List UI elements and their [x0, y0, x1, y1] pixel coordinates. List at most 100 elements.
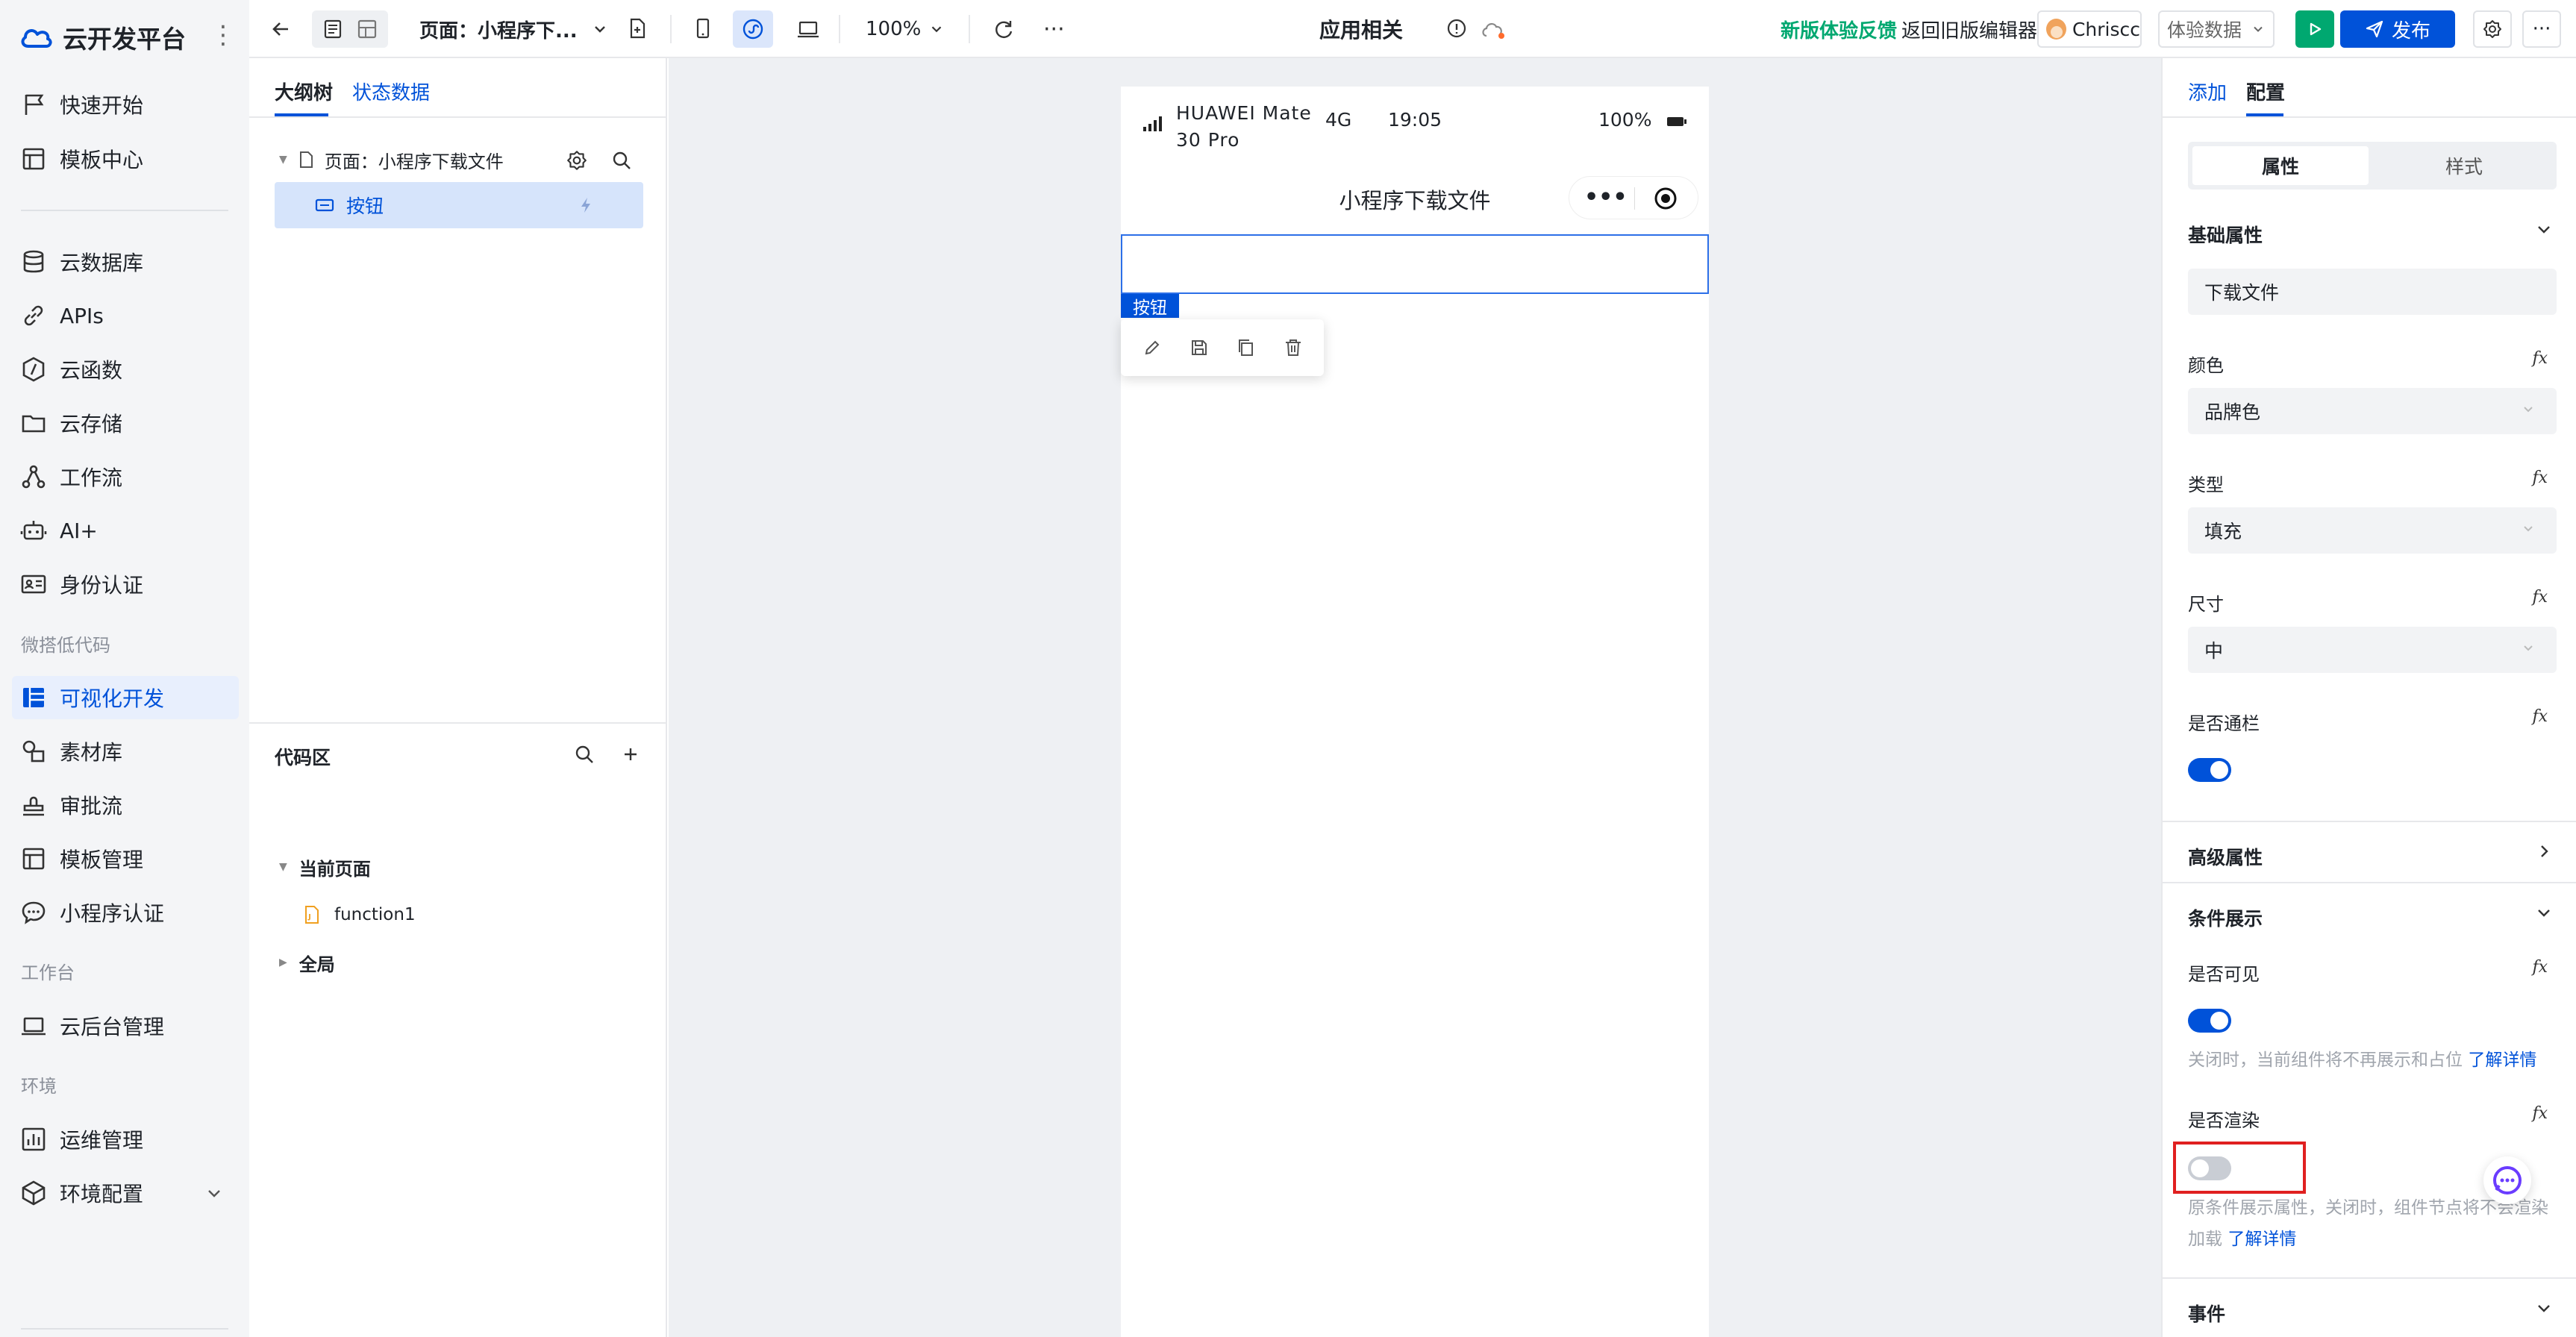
- selected-button-frame[interactable]: [1121, 234, 1709, 294]
- tab-state-data[interactable]: 状态数据: [352, 78, 430, 105]
- app-logo[interactable]: 云开发平台: [19, 18, 186, 57]
- lightning-icon[interactable]: [576, 195, 595, 215]
- nav-template-center[interactable]: 模板中心: [12, 137, 239, 181]
- type-select[interactable]: 填充: [2188, 507, 2557, 554]
- list-view-icon[interactable]: [322, 18, 344, 40]
- render-toggle[interactable]: [2188, 1156, 2231, 1180]
- preview-play-button[interactable]: [2295, 10, 2334, 48]
- fx-icon[interactable]: fx: [2532, 588, 2548, 607]
- page-selector[interactable]: 页面：小程序下...: [419, 0, 609, 58]
- nav-cloud-functions[interactable]: 云函数: [12, 348, 239, 391]
- nav-ops[interactable]: 运维管理: [12, 1118, 239, 1161]
- plus-icon[interactable]: [619, 743, 642, 765]
- nav-workflow[interactable]: 工作流: [12, 455, 239, 498]
- feedback-link[interactable]: 新版体验反馈: [1781, 0, 1897, 58]
- nav-template-manage[interactable]: 模板管理: [12, 837, 239, 880]
- search-icon[interactable]: [573, 743, 595, 765]
- delete-icon[interactable]: [1282, 336, 1304, 359]
- stamp-icon: [23, 796, 44, 816]
- copy-icon[interactable]: [1235, 336, 1257, 359]
- user-menu[interactable]: Chriscc: [2037, 10, 2142, 48]
- more-menu-icon[interactable]: ⋮: [210, 22, 236, 48]
- mobile-device-icon[interactable]: [691, 16, 715, 40]
- capsule-close-icon[interactable]: [1653, 186, 1678, 211]
- miniprogram-device-button[interactable]: [733, 10, 773, 48]
- tab-config[interactable]: 配置: [2246, 78, 2285, 105]
- section-divider: [2163, 821, 2576, 822]
- nav-cloud-admin[interactable]: 云后台管理: [12, 1004, 239, 1048]
- code-current-page[interactable]: ▼ 当前页面: [279, 852, 371, 882]
- nav-label: 可视化开发: [60, 686, 165, 711]
- learn-more-link[interactable]: 了解详情: [2228, 1230, 2296, 1249]
- nav-label: 云函数: [60, 358, 123, 383]
- nav-miniprogram-auth[interactable]: 小程序认证: [12, 891, 239, 934]
- color-select[interactable]: 品牌色: [2188, 388, 2557, 434]
- fx-icon[interactable]: fx: [2532, 349, 2548, 368]
- more-icon[interactable]: ···: [1043, 0, 1065, 58]
- app-title: 云开发平台: [63, 25, 186, 54]
- visible-toggle[interactable]: [2188, 1009, 2231, 1033]
- nav-ai-plus[interactable]: AI+: [12, 509, 239, 552]
- desktop-device-icon[interactable]: [795, 16, 821, 42]
- nav-cloud-database[interactable]: 云数据库: [12, 240, 239, 284]
- capsule-button[interactable]: •••: [1569, 176, 1698, 219]
- capsule-more-icon[interactable]: •••: [1584, 184, 1628, 210]
- nav-identity-auth[interactable]: 身份认证: [12, 563, 239, 606]
- tree-node-button[interactable]: 按钮: [275, 182, 643, 228]
- segment-properties[interactable]: 属性: [2192, 146, 2369, 185]
- device-name: HUAWEI Mate 30 Pro: [1176, 102, 1312, 151]
- nav-env-config[interactable]: 环境配置: [12, 1171, 239, 1215]
- template-icon: [22, 848, 45, 870]
- chevron-down-icon[interactable]: [2534, 903, 2554, 922]
- nav-quick-start[interactable]: 快速开始: [12, 83, 239, 126]
- chat-icon: [22, 901, 46, 924]
- gear-icon[interactable]: [566, 149, 588, 172]
- code-global[interactable]: ▶ 全局: [279, 948, 335, 977]
- tab-add[interactable]: 添加: [2188, 78, 2227, 105]
- more-options-button[interactable]: ···: [2522, 10, 2561, 48]
- nav-visual-dev[interactable]: 可视化开发: [12, 676, 239, 719]
- nav-cloud-storage[interactable]: 云存储: [12, 401, 239, 445]
- settings-button[interactable]: [2473, 10, 2512, 48]
- save-icon[interactable]: [1188, 336, 1210, 359]
- nav-apis[interactable]: APIs: [12, 294, 239, 337]
- cloud-sync-icon[interactable]: [1479, 16, 1507, 42]
- fx-icon[interactable]: fx: [2532, 1104, 2548, 1123]
- database-icon: [23, 250, 44, 273]
- zoom-selector[interactable]: 100%: [866, 0, 945, 58]
- info-icon[interactable]: [1445, 16, 1469, 40]
- grid-view-icon[interactable]: [356, 18, 378, 40]
- learn-more-link[interactable]: 了解详情: [2468, 1050, 2536, 1070]
- tab-outline-tree[interactable]: 大纲树: [275, 78, 333, 105]
- experience-data-dropdown[interactable]: 体验数据: [2158, 10, 2275, 48]
- search-icon[interactable]: [610, 149, 633, 172]
- storage-icon: [22, 415, 46, 433]
- fx-icon[interactable]: fx: [2532, 958, 2548, 977]
- fx-icon[interactable]: fx: [2532, 469, 2548, 487]
- type-label: 类型: [2188, 475, 2224, 495]
- caret-right-icon: ▶: [279, 956, 287, 968]
- code-function-item[interactable]: function1: [301, 900, 416, 930]
- publish-button[interactable]: 发布: [2340, 10, 2455, 48]
- edit-icon[interactable]: [1141, 336, 1163, 359]
- back-arrow-icon[interactable]: [269, 16, 294, 42]
- nav-approval[interactable]: 审批流: [12, 783, 239, 827]
- chevron-down-icon[interactable]: [2534, 219, 2554, 239]
- refresh-icon[interactable]: [991, 16, 1016, 42]
- ai-assistant-button[interactable]: [2483, 1156, 2531, 1204]
- chevron-down-icon[interactable]: [2534, 1298, 2554, 1318]
- add-page-icon[interactable]: [625, 16, 649, 40]
- chevron-right-icon[interactable]: [2534, 842, 2554, 861]
- tree-node-page[interactable]: ▼ 页面：小程序下载文件: [279, 145, 504, 175]
- button-text-input[interactable]: 下载文件: [2188, 269, 2557, 315]
- nav-label: 素材库: [60, 740, 123, 765]
- block-toggle[interactable]: [2188, 758, 2231, 782]
- js-file-icon: [305, 906, 319, 924]
- advanced-props-title[interactable]: 高级属性: [2188, 843, 2263, 870]
- cloud-logo-icon: [21, 29, 52, 48]
- nav-assets[interactable]: 素材库: [12, 730, 239, 773]
- segment-style[interactable]: 样式: [2376, 146, 2552, 185]
- old-editor-link[interactable]: 返回旧版编辑器: [1901, 0, 2037, 58]
- fx-icon[interactable]: fx: [2532, 707, 2548, 726]
- size-select[interactable]: 中: [2188, 627, 2557, 673]
